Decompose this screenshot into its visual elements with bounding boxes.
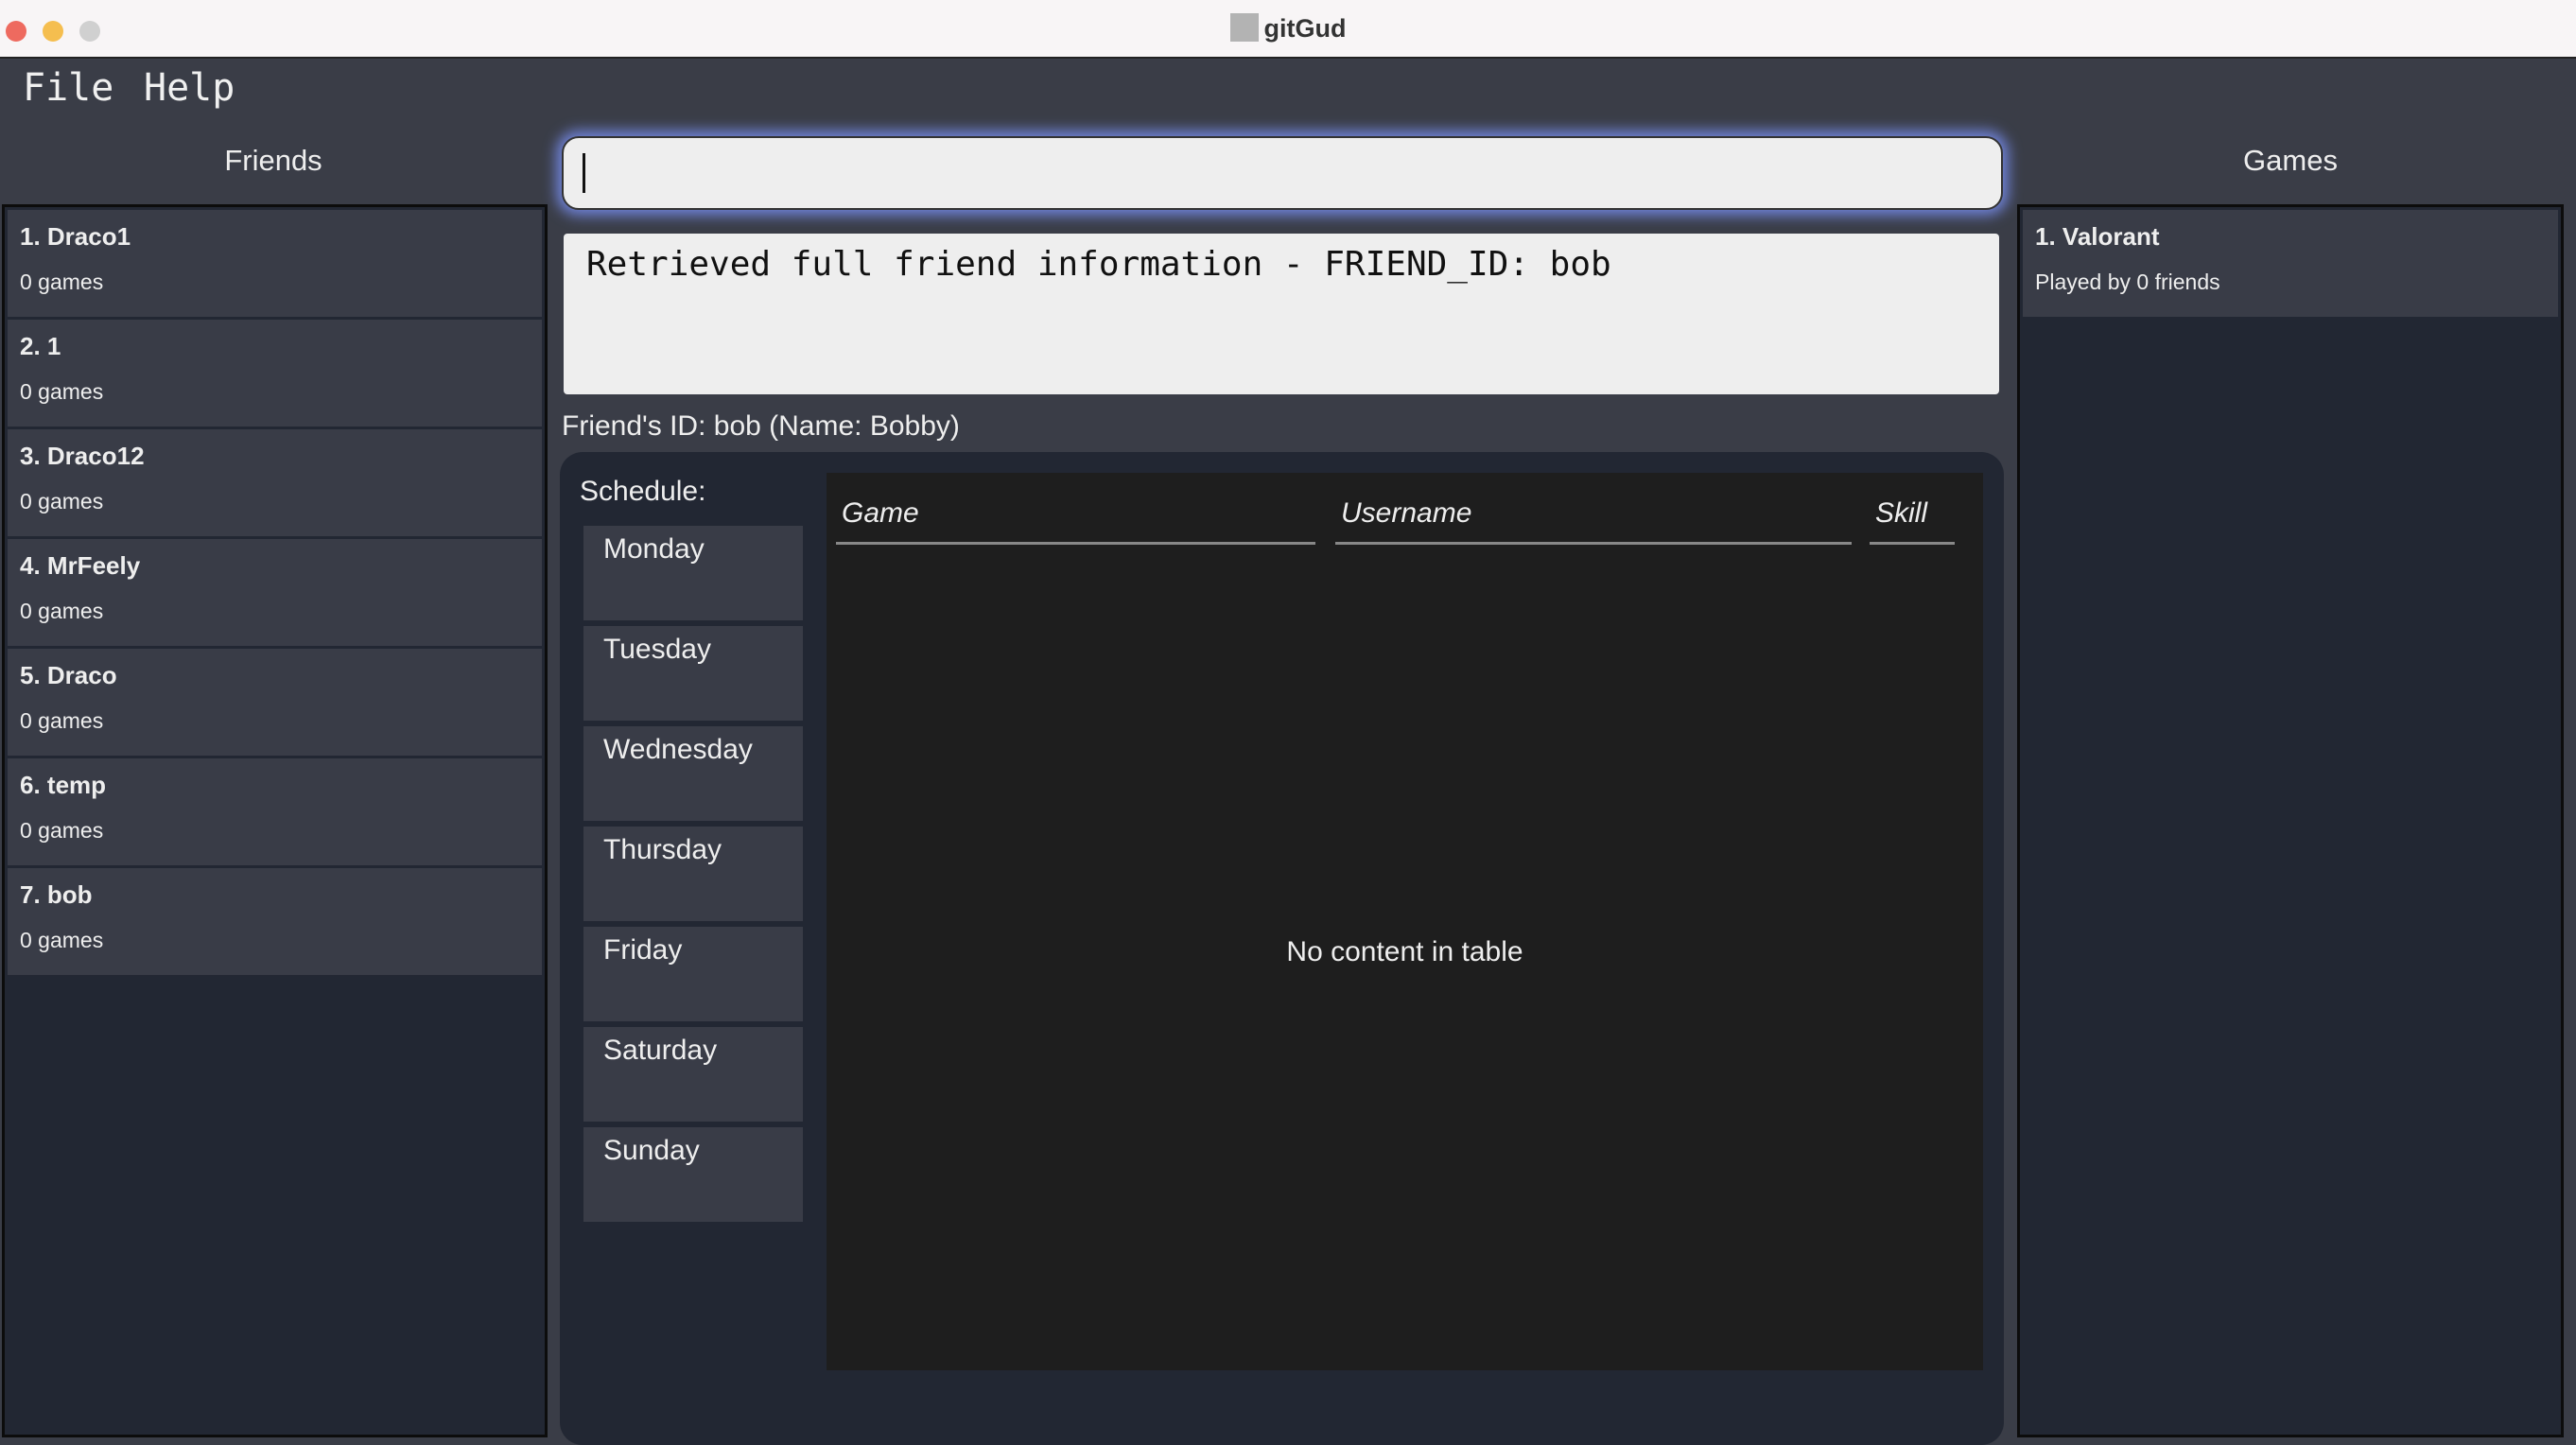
- result-display: Retrieved full friend information - FRIE…: [564, 234, 1999, 394]
- item-title: 7. bob: [20, 880, 93, 909]
- schedule-day-thursday: Thursday: [583, 827, 803, 921]
- item-title: 1. Draco1: [20, 222, 131, 251]
- schedule-day-monday: Monday: [583, 526, 803, 620]
- item-subtitle: 0 games: [20, 818, 104, 843]
- day-label: Tuesday: [603, 634, 711, 665]
- item-title: 1. Valorant: [2035, 222, 2160, 251]
- friend-list-item[interactable]: 6. temp 0 games: [8, 758, 542, 865]
- item-subtitle: 0 games: [20, 270, 104, 294]
- friend-list-item[interactable]: 2. 1 0 games: [8, 320, 542, 427]
- text-caret: [583, 153, 585, 193]
- item-title: 4. MrFeely: [20, 551, 141, 580]
- item-title: 5. Draco: [20, 661, 117, 689]
- games-list[interactable]: 1. Valorant Played by 0 friends: [2017, 204, 2564, 1437]
- schedule-day-friday: Friday: [583, 927, 803, 1021]
- friend-list-item[interactable]: 7. bob 0 games: [8, 868, 542, 975]
- game-list-item[interactable]: 1. Valorant Played by 0 friends: [2023, 210, 2558, 317]
- column-header-skill[interactable]: Skill: [1870, 497, 1955, 545]
- schedule-day-saturday: Saturday: [583, 1027, 803, 1122]
- item-subtitle: 0 games: [20, 599, 104, 623]
- item-subtitle: 0 games: [20, 708, 104, 733]
- day-label: Sunday: [603, 1135, 700, 1166]
- item-subtitle: Played by 0 friends: [2035, 270, 2220, 294]
- friends-header: Friends: [224, 144, 322, 177]
- item-subtitle: 0 games: [20, 928, 104, 952]
- window-title-text: gitGud: [1263, 14, 1347, 43]
- table-empty-message: No content in table: [1286, 936, 1523, 967]
- title-bar: gitGud: [0, 0, 2576, 59]
- item-subtitle: 0 games: [20, 379, 104, 404]
- item-title: 2. 1: [20, 332, 61, 360]
- day-label: Wednesday: [603, 734, 753, 765]
- day-label: Monday: [603, 533, 705, 565]
- games-header: Games: [2243, 144, 2338, 177]
- schedule-day-sunday: Sunday: [583, 1127, 803, 1222]
- menu-bar: File Help: [0, 59, 2576, 131]
- friend-id-label: Friend's ID: bob (Name: Bobby): [562, 410, 960, 442]
- games-table: Game Username Skill No content in table: [827, 473, 1983, 1370]
- schedule-day-wednesday: Wednesday: [583, 726, 803, 821]
- friend-list-item[interactable]: 5. Draco 0 games: [8, 649, 542, 756]
- schedule-day-tuesday: Tuesday: [583, 626, 803, 721]
- command-input[interactable]: [562, 136, 2003, 210]
- friend-list-item[interactable]: 3. Draco12 0 games: [8, 429, 542, 536]
- friend-list-item[interactable]: 4. MrFeely 0 games: [8, 539, 542, 646]
- item-title: 3. Draco12: [20, 442, 145, 470]
- menu-help[interactable]: Help: [144, 66, 235, 110]
- item-title: 6. temp: [20, 771, 107, 799]
- friend-list-item[interactable]: 1. Draco1 0 games: [8, 210, 542, 317]
- day-label: Saturday: [603, 1035, 718, 1066]
- friends-list[interactable]: 1. Draco1 0 games 2. 1 0 games 3. Draco12 0 g…: [2, 204, 548, 1437]
- schedule-label: Schedule:: [580, 476, 706, 507]
- day-label: Friday: [603, 934, 683, 966]
- column-header-game[interactable]: Game: [836, 497, 1315, 545]
- item-subtitle: 0 games: [20, 489, 104, 514]
- column-header-username[interactable]: Username: [1335, 497, 1852, 545]
- menu-file[interactable]: File: [23, 66, 113, 110]
- app-icon: [1229, 13, 1259, 42]
- window-title: gitGud: [0, 13, 2576, 44]
- day-label: Thursday: [603, 834, 722, 865]
